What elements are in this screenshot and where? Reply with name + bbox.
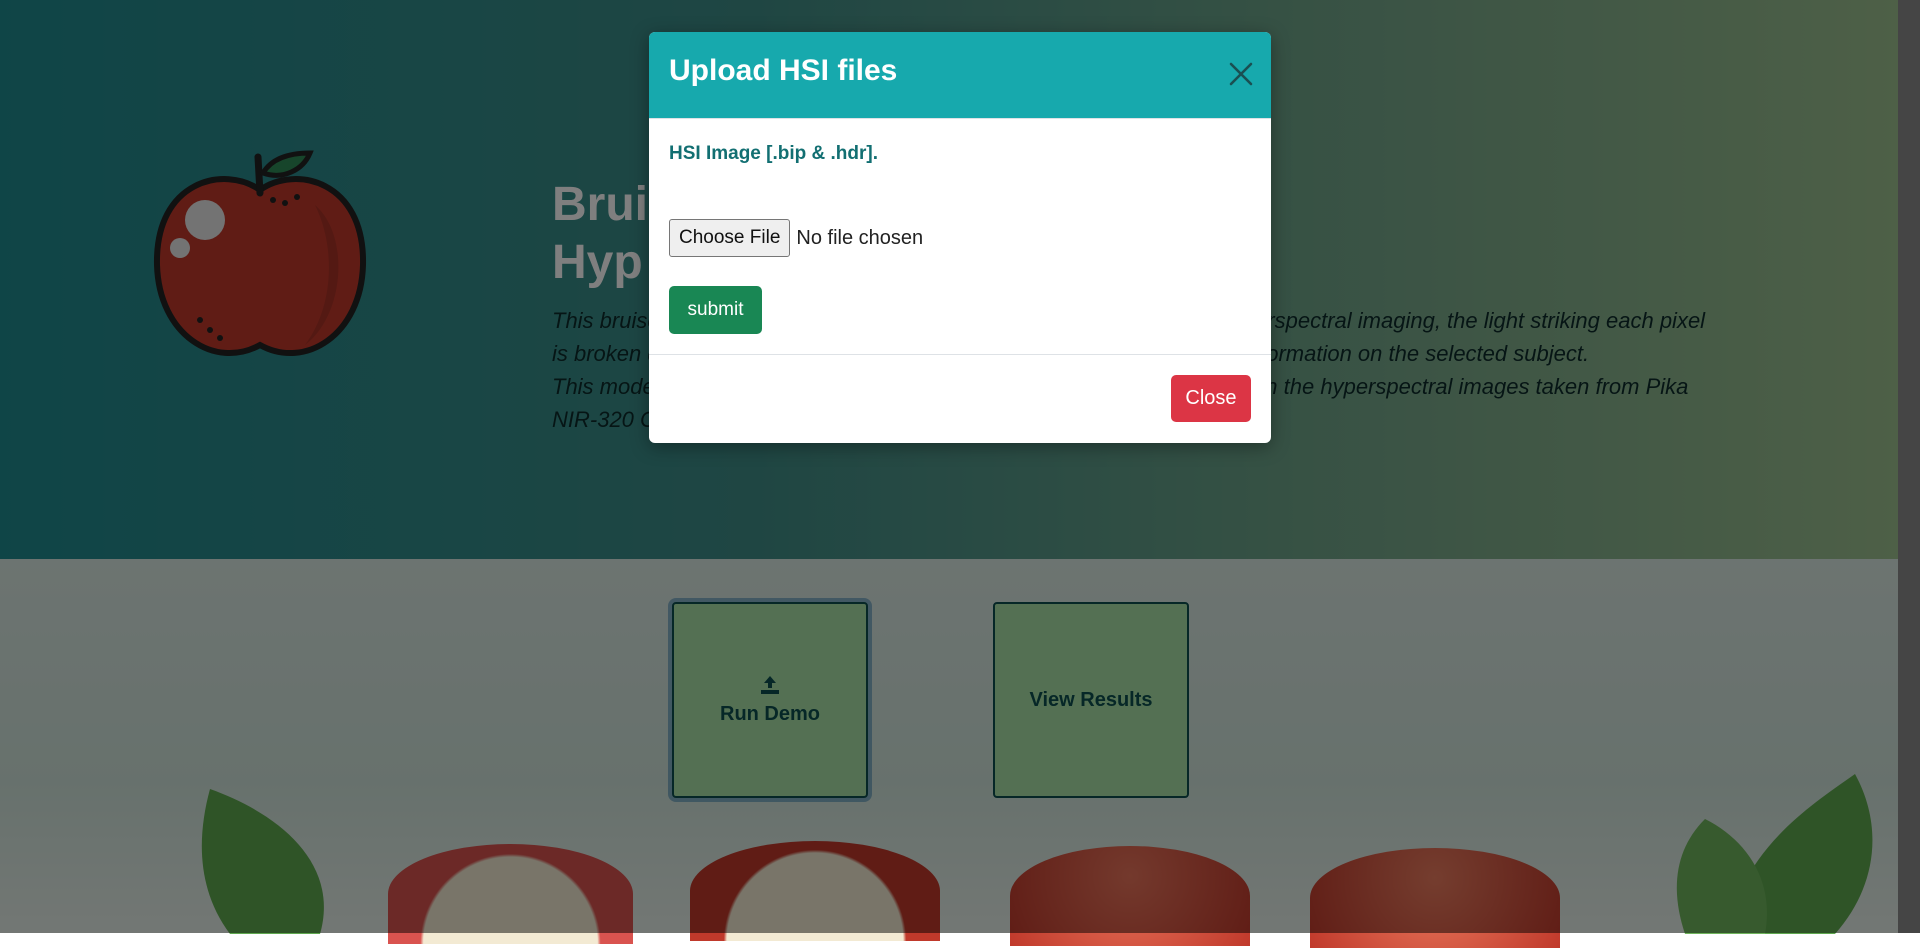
hsi-image-label: HSI Image [.bip & .hdr]. <box>669 143 879 164</box>
modal-title: Upload HSI files <box>669 54 898 87</box>
modal-footer-divider <box>649 354 1271 355</box>
close-icon[interactable] <box>1227 60 1255 88</box>
close-button[interactable]: Close <box>1171 375 1251 422</box>
modal-header: Upload HSI files <box>649 32 1271 119</box>
file-status-text: No file chosen <box>796 226 924 249</box>
file-input[interactable]: Choose File No file chosen <box>669 219 923 257</box>
submit-button[interactable]: submit <box>669 286 762 334</box>
choose-file-button[interactable]: Choose File <box>669 219 791 257</box>
